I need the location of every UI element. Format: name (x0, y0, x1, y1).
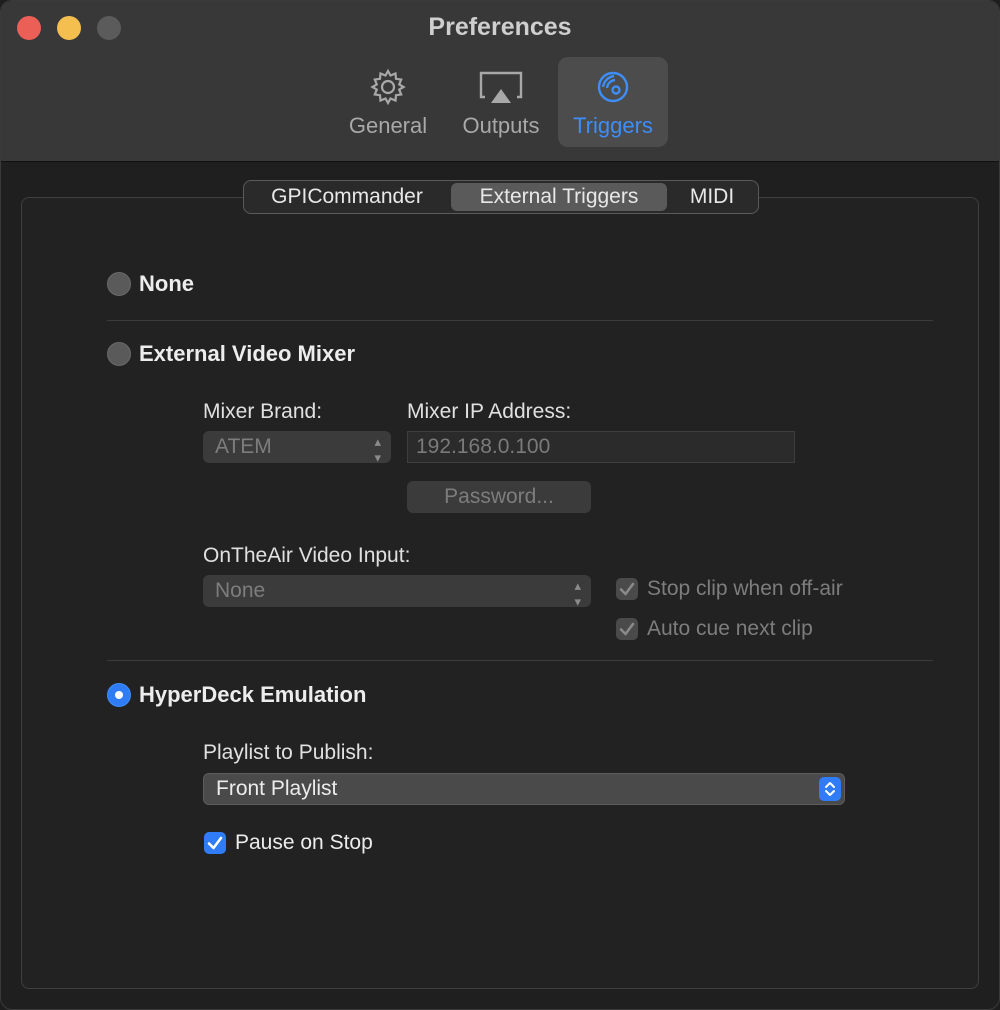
video-input-label: OnTheAir Video Input: (203, 544, 411, 567)
playlist-label: Playlist to Publish: (203, 741, 374, 764)
external-video-mixer-label: External Video Mixer (139, 341, 356, 366)
mixer-brand-value: ATEM (215, 435, 272, 458)
hyperdeck-emulation-radio[interactable] (107, 683, 131, 707)
tab-external-triggers[interactable]: External Triggers (451, 183, 667, 211)
toolbar-triggers[interactable]: Triggers (558, 57, 668, 147)
password-button[interactable]: Password... (407, 481, 591, 513)
toolbar-outputs[interactable]: Outputs (449, 57, 553, 147)
external-video-mixer-radio[interactable] (107, 342, 131, 366)
video-input-popup[interactable]: None ▴ ▾ (203, 575, 591, 609)
checkmark-icon (619, 582, 635, 596)
mixer-brand-label: Mixer Brand: (203, 400, 323, 423)
checkmark-icon (619, 622, 635, 636)
toolbar-triggers-label: Triggers (573, 113, 653, 138)
preferences-window: Preferences General Outputs Triggers GPI… (0, 0, 1000, 1010)
auto-cue-checkbox[interactable] (616, 618, 638, 640)
triggers-icon (597, 71, 629, 103)
checkmark-icon (207, 836, 223, 850)
none-radio[interactable] (107, 272, 131, 296)
separator (107, 660, 933, 661)
separator (107, 320, 933, 321)
chevron-updown-icon (819, 777, 841, 801)
tab-gpicommander[interactable]: GPICommander (252, 183, 442, 211)
airplay-icon (479, 71, 523, 103)
toolbar-general-label: General (348, 113, 428, 138)
video-input-value: None (215, 579, 266, 602)
playlist-value: Front Playlist (216, 777, 338, 800)
none-radio-label: None (139, 271, 194, 296)
pause-on-stop-checkbox[interactable] (204, 832, 226, 854)
chevron-updown-icon: ▴ ▾ (574, 578, 581, 609)
pause-on-stop-label: Pause on Stop (235, 831, 373, 854)
tab-segmented-control: GPICommander External Triggers MIDI (243, 180, 759, 214)
stop-clip-label: Stop clip when off-air (647, 577, 843, 600)
auto-cue-label: Auto cue next clip (647, 617, 813, 640)
chevron-updown-icon: ▴ ▾ (374, 434, 381, 465)
tab-midi[interactable]: MIDI (674, 183, 750, 211)
gear-icon (370, 68, 406, 106)
stop-clip-checkbox[interactable] (616, 578, 638, 600)
mixer-ip-field[interactable]: 192.168.0.100 (407, 431, 795, 463)
hyperdeck-emulation-label: HyperDeck Emulation (139, 682, 367, 707)
mixer-brand-popup[interactable]: ATEM ▴ ▾ (203, 431, 391, 465)
window-title: Preferences (428, 13, 572, 41)
mixer-ip-label: Mixer IP Address: (407, 400, 572, 423)
titlebar: Preferences General Outputs Triggers (1, 1, 999, 162)
toolbar-outputs-label: Outputs (462, 113, 540, 138)
playlist-popup[interactable]: Front Playlist (203, 773, 845, 805)
toolbar-general[interactable]: General (337, 57, 439, 147)
